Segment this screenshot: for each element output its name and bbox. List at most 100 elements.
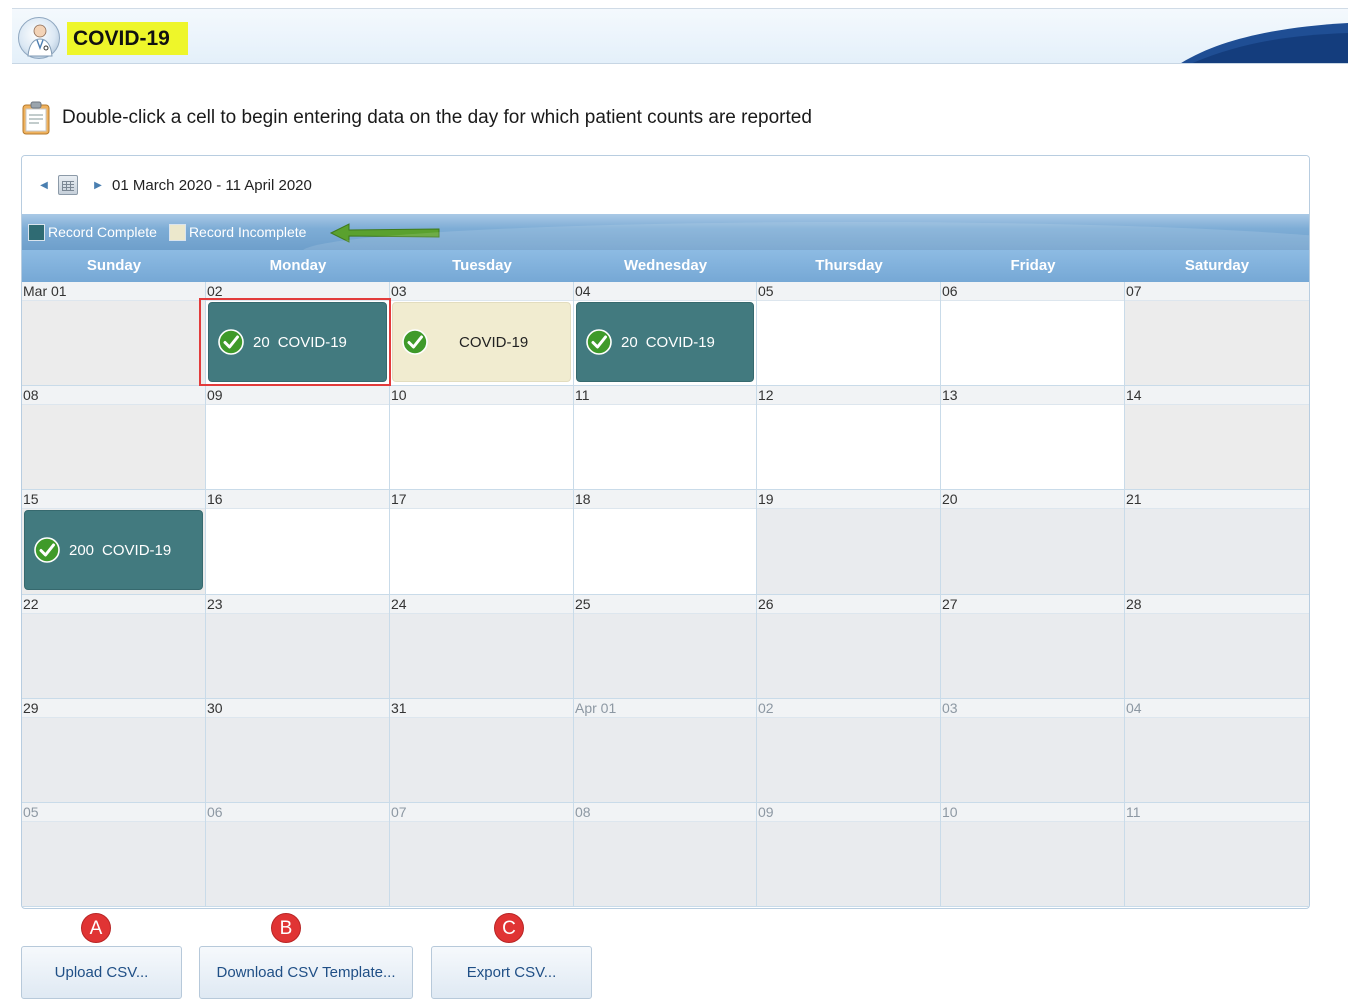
next-range-button[interactable]: ▶: [90, 180, 106, 191]
weekday-friday: Friday: [1010, 257, 1056, 274]
legend-incomplete-swatch: [168, 223, 186, 241]
covid-record-event[interactable]: 20 COVID-19: [208, 302, 387, 382]
calendar-day-cell[interactable]: 15 200 COVID-19: [22, 490, 206, 595]
day-number: 28: [1125, 594, 1309, 614]
calendar-day-cell[interactable]: 10: [941, 802, 1125, 908]
calendar-day-cell[interactable]: 10: [390, 386, 574, 491]
calendar-day-cell[interactable]: Mar 01: [22, 282, 206, 387]
calendar-day-cell[interactable]: 18: [574, 490, 757, 595]
legend-complete-swatch: [28, 223, 45, 241]
calendar-week-row: 05 06 07 08 09 10 11: [22, 802, 1309, 908]
calendar-day-cell[interactable]: 23: [206, 594, 390, 699]
calendar-day-cell[interactable]: 27: [941, 594, 1125, 699]
day-number: 30: [206, 698, 389, 718]
calendar-day-cell[interactable]: 13: [941, 386, 1125, 491]
calendar-day-cell[interactable]: 22: [22, 594, 206, 699]
event-count: 20: [621, 333, 638, 351]
calendar-day-cell[interactable]: 29: [22, 698, 206, 803]
day-number: 26: [757, 594, 940, 614]
day-number: 12: [757, 386, 940, 406]
calendar-day-cell[interactable]: 08: [574, 802, 757, 908]
calendar-day-cell[interactable]: 12: [757, 386, 941, 491]
day-number: 04: [574, 282, 756, 301]
calendar-day-cell[interactable]: 02: [757, 698, 941, 803]
calendar-day-cell[interactable]: 09: [757, 802, 941, 908]
day-number: 19: [757, 490, 940, 510]
day-number: 20: [941, 490, 1124, 510]
calendar-day-cell[interactable]: 28: [1125, 594, 1309, 699]
day-number: 14: [1125, 386, 1309, 406]
calendar-day-cell[interactable]: 21: [1125, 490, 1309, 595]
day-number: 06: [206, 802, 389, 822]
calendar-day-cell[interactable]: 07: [1125, 282, 1309, 387]
doctor-logo-icon: [18, 17, 60, 59]
day-number: 18: [574, 490, 756, 510]
page-title: COVID-19: [67, 22, 188, 55]
calendar-day-cell[interactable]: 03 COVID-19: [390, 282, 574, 387]
instruction-text: Double-click a cell to begin entering da…: [62, 107, 812, 128]
upload-csv-button[interactable]: Upload CSV...: [21, 946, 182, 999]
calendar-day-cell[interactable]: Apr 01: [574, 698, 757, 803]
covid-record-event[interactable]: 200 COVID-19: [24, 510, 203, 591]
export-csv-button[interactable]: Export CSV...: [431, 946, 592, 999]
event-name: COVID-19: [102, 541, 172, 559]
day-number: 29: [22, 698, 205, 718]
day-number: 09: [757, 802, 940, 822]
covid-record-event[interactable]: COVID-19: [392, 302, 571, 382]
calendar-day-cell[interactable]: 05: [757, 282, 941, 387]
instruction-row: Double-click a cell to begin entering da…: [22, 100, 812, 136]
weekday-wednesday: Wednesday: [623, 257, 708, 274]
day-number: 08: [574, 802, 756, 822]
calendar-day-cell[interactable]: 31: [390, 698, 574, 803]
day-number: Mar 01: [22, 282, 205, 301]
previous-range-button[interactable]: ◀: [36, 180, 52, 191]
download-csv-template-button[interactable]: Download CSV Template...: [199, 946, 413, 999]
calendar-day-cell[interactable]: 19: [757, 490, 941, 595]
calendar-day-cell[interactable]: 02 20 COVID-19: [206, 282, 390, 387]
calendar-day-cell[interactable]: 09: [206, 386, 390, 491]
day-number: 06: [941, 282, 1124, 301]
calendar-day-cell[interactable]: 05: [22, 802, 206, 908]
legend-complete-label: Record Complete: [48, 224, 157, 240]
calendar-day-cell[interactable]: 06: [206, 802, 390, 908]
calendar-picker-icon[interactable]: [58, 175, 78, 195]
calendar-toolbar: ◀ ▶ 01 March 2020 - 11 April 2020: [22, 156, 1309, 214]
day-number: 05: [757, 282, 940, 301]
day-number: 07: [1125, 282, 1309, 301]
day-number: 27: [941, 594, 1124, 614]
page-header: COVID-19: [12, 8, 1348, 64]
calendar-day-cell[interactable]: 26: [757, 594, 941, 699]
day-number: Apr 01: [574, 698, 756, 718]
day-number: 16: [206, 490, 389, 510]
weekday-saturday: Saturday: [1184, 257, 1250, 274]
calendar-day-cell[interactable]: 30: [206, 698, 390, 803]
day-number: 15: [22, 490, 205, 510]
calendar-day-cell[interactable]: 04 20 COVID-19: [574, 282, 757, 387]
covid-record-event[interactable]: 20 COVID-19: [576, 302, 754, 382]
calendar-day-cell[interactable]: 16: [206, 490, 390, 595]
date-range-label: 01 March 2020 - 11 April 2020: [112, 176, 312, 194]
calendar-day-cell[interactable]: 24: [390, 594, 574, 699]
weekday-monday: Monday: [269, 257, 327, 274]
calendar-day-cell[interactable]: 08: [22, 386, 206, 491]
calendar-panel: ◀ ▶ 01 March 2020 - 11 April 2020 Record…: [21, 155, 1310, 909]
day-number: 31: [390, 698, 573, 718]
calendar-day-cell[interactable]: 25: [574, 594, 757, 699]
calendar-day-cell[interactable]: 11: [574, 386, 757, 491]
day-number: 22: [22, 594, 205, 614]
calendar-day-cell[interactable]: 11: [1125, 802, 1309, 908]
calendar-day-cell[interactable]: 03: [941, 698, 1125, 803]
calendar-day-cell[interactable]: 20: [941, 490, 1125, 595]
calendar-day-cell[interactable]: 04: [1125, 698, 1309, 803]
day-number: 07: [390, 802, 573, 822]
calendar-day-cell[interactable]: 14: [1125, 386, 1309, 491]
calendar-grid: Mar 01 02 20 COVID-19 03 COVID-19 04 20 COVID-19…: [22, 282, 1309, 908]
day-number: 03: [941, 698, 1124, 718]
legend-bar: Record Complete Record Incomplete: [22, 214, 1309, 250]
check-icon: [34, 537, 60, 564]
calendar-day-cell[interactable]: 17: [390, 490, 574, 595]
calendar-day-cell[interactable]: 06: [941, 282, 1125, 387]
calendar-day-cell[interactable]: 07: [390, 802, 574, 908]
badge-c: C: [494, 913, 524, 943]
weekday-sunday: Sunday: [86, 257, 142, 274]
